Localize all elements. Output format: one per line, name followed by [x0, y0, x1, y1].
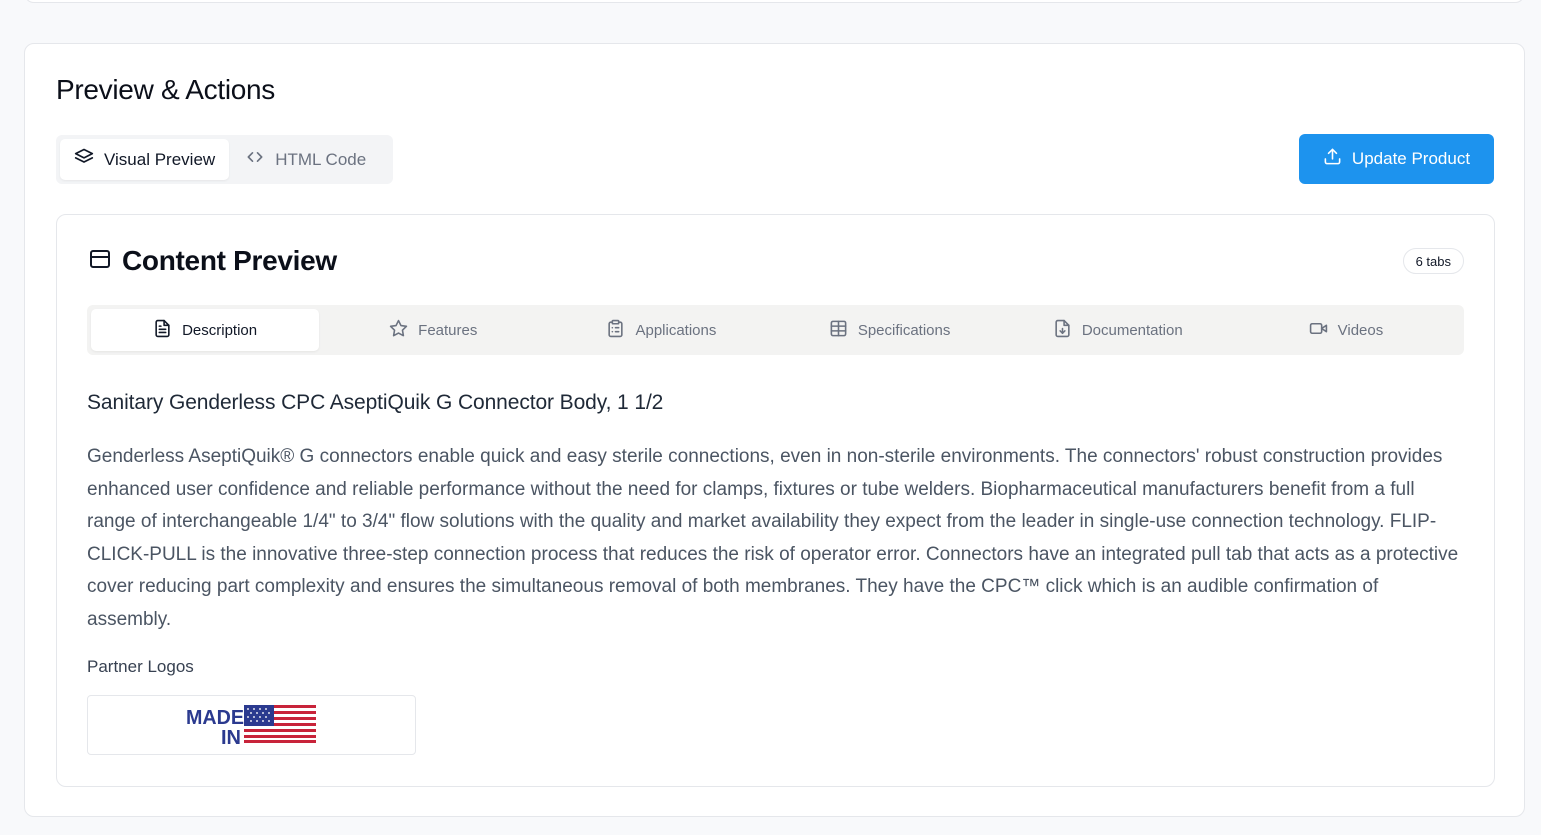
tab-label: Description: [182, 321, 258, 339]
video-icon: [1309, 319, 1328, 342]
made-in-usa-logo: MADE IN: [87, 695, 416, 755]
svg-text:MADE: MADE: [186, 707, 244, 729]
tab-label: Applications: [635, 321, 717, 339]
tab-specifications[interactable]: Specifications: [776, 309, 1004, 351]
content-tab-bar: Description Features Applications Specif…: [87, 305, 1464, 355]
tab-label: Videos: [1337, 321, 1384, 339]
content-preview-title: Content Preview: [122, 245, 337, 276]
star-icon: [389, 319, 408, 342]
html-code-label: HTML Code: [275, 149, 367, 169]
update-product-button[interactable]: Update Product: [1299, 134, 1494, 184]
view-toggle: Visual Preview HTML Code: [56, 135, 393, 184]
tab-videos[interactable]: Videos: [1232, 309, 1460, 351]
file-text-icon: [153, 319, 172, 342]
upload-icon: [1323, 147, 1342, 171]
tab-features[interactable]: Features: [319, 309, 547, 351]
svg-text:IN: IN: [221, 727, 241, 745]
tab-count-badge: 6 tabs: [1402, 248, 1464, 274]
update-product-label: Update Product: [1351, 149, 1471, 168]
product-title: Sanitary Genderless CPC AseptiQuik G Con…: [87, 391, 664, 414]
visual-preview-label: Visual Preview: [104, 149, 216, 169]
previous-card: [24, 0, 1525, 3]
layers-icon: [74, 147, 94, 172]
clipboard-icon: [606, 319, 625, 342]
file-download-icon: [1053, 319, 1072, 342]
html-code-toggle[interactable]: HTML Code: [231, 139, 380, 180]
partner-logos-heading: Partner Logos: [87, 657, 194, 676]
tab-label: Specifications: [857, 321, 951, 339]
tab-description[interactable]: Description: [91, 309, 320, 351]
visual-preview-toggle[interactable]: Visual Preview: [60, 139, 230, 180]
product-description: Genderless AseptiQuik® G connectors enab…: [87, 446, 1459, 630]
tab-applications[interactable]: Applications: [547, 309, 775, 351]
tab-label: Documentation: [1081, 321, 1183, 339]
preview-actions-card: Preview & Actions Visual Preview HTML Co…: [24, 43, 1525, 817]
tab-documentation[interactable]: Documentation: [1004, 309, 1232, 351]
code-icon: [245, 147, 265, 172]
made-in-usa-logo-image: MADE IN: [186, 705, 316, 745]
table-icon: [829, 319, 848, 342]
section-title: Preview & Actions: [56, 74, 275, 105]
content-preview-header: Content Preview: [88, 245, 337, 277]
package-icon: [88, 247, 112, 276]
content-preview-card: Content Preview 6 tabs Description Featu…: [56, 214, 1495, 787]
tab-label: Features: [418, 321, 478, 339]
